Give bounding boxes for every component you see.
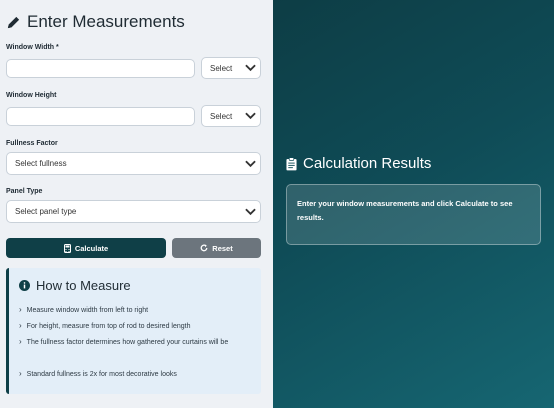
window-height-unit-select[interactable]: Select [201, 105, 261, 127]
results-title-text: Calculation Results [303, 155, 432, 172]
tip-text: The fullness factor determines how gathe… [26, 339, 229, 346]
chevron-down-icon [245, 112, 256, 120]
chevron-right-icon: › [19, 321, 22, 330]
results-message: Enter your window measurements and click… [297, 199, 513, 222]
how-to-measure-title: How to Measure [19, 278, 131, 293]
list-item: › The fullness factor determines how gat… [19, 337, 254, 348]
window-height-unit-value: Select [210, 111, 233, 121]
chevron-down-icon [245, 160, 256, 167]
window-width-unit-value: Select [210, 63, 233, 73]
fullness-factor-select[interactable]: Select fullness [6, 152, 261, 175]
form-title-text: Enter Measurements [27, 12, 185, 31]
chevron-right-icon: › [19, 305, 22, 314]
info-icon [19, 280, 30, 291]
reset-button[interactable]: Reset [172, 238, 261, 258]
window-height-label: Window Height [6, 92, 57, 99]
tip-text: Measure window width from left to right [26, 307, 149, 314]
pencil-icon [7, 16, 20, 28]
form-title: Enter Measurements [6, 12, 185, 32]
how-to-measure-card: How to Measure › Measure window width fr… [6, 268, 261, 394]
results-message-box: Enter your window measurements and click… [286, 184, 541, 245]
measurement-form-panel: Enter Measurements Window Width * Select… [0, 0, 273, 408]
window-width-input[interactable] [6, 59, 195, 78]
chevron-down-icon [245, 64, 256, 72]
window-width-unit-select[interactable]: Select [201, 57, 261, 79]
calculator-icon [63, 243, 71, 253]
calculate-button[interactable]: Calculate [6, 238, 166, 258]
tip-text: Standard fullness is 2x for most decorat… [26, 371, 177, 378]
list-item: › Standard fullness is 2x for most decor… [19, 369, 254, 380]
clipboard-icon [286, 156, 297, 170]
list-item: › For height, measure from top of rod to… [19, 321, 254, 332]
panel-type-select[interactable]: Select panel type [6, 200, 261, 223]
results-title: Calculation Results [286, 155, 431, 172]
reset-button-label: Reset [212, 243, 233, 253]
reset-icon [200, 244, 208, 252]
tip-text: For height, measure from top of rod to d… [26, 323, 191, 330]
chevron-right-icon: › [19, 369, 22, 378]
calculate-button-label: Calculate [74, 243, 109, 253]
fullness-factor-label: Fullness Factor [6, 140, 58, 147]
chevron-down-icon [245, 208, 256, 215]
window-width-label: Window Width * [6, 44, 59, 51]
list-item: › Measure window width from left to righ… [19, 305, 254, 316]
how-to-measure-title-text: How to Measure [36, 278, 131, 293]
window-height-input[interactable] [6, 107, 195, 126]
panel-type-value: Select panel type [15, 207, 77, 216]
fullness-factor-value: Select fullness [15, 159, 67, 168]
chevron-right-icon: › [19, 337, 22, 346]
panel-type-label: Panel Type [6, 188, 43, 195]
